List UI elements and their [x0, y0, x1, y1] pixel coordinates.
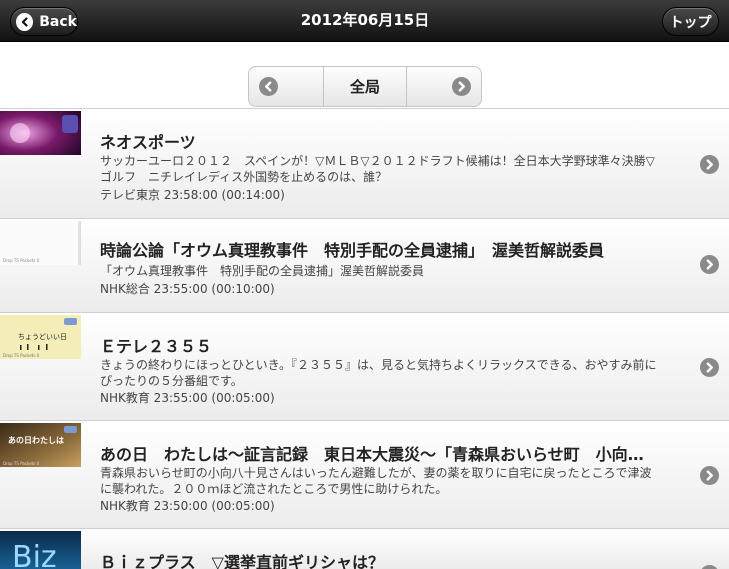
list-item[interactable]: ちょうどいい日 Drop TS Packets 0 Ｅテレ２３５５ きょうの終わ…: [0, 312, 729, 420]
thumbnail-caption: Drop TS Packets 0: [3, 258, 40, 263]
back-button[interactable]: Back: [10, 7, 78, 36]
program-title: Ｅテレ２３５５: [100, 337, 213, 356]
program-thumbnail: あの日わたしは Drop TS Packets 0: [0, 423, 81, 467]
program-thumbnail: [0, 111, 81, 155]
chevron-right-icon: [700, 255, 719, 274]
page-title: 2012年06月15日: [300, 11, 430, 29]
thumbnail-art-text: Biz: [12, 540, 57, 569]
program-description: 「オウム真理教事件 特別手配の全員逮捕」渥美哲解説委員: [100, 264, 425, 278]
program-description: サッカーユーロ２０１２ スペインが！▽ＭＬＢ▽２０１２ドラフト候補は！全日本大学…: [100, 154, 655, 184]
program-thumbnail: Drop TS Packets 0: [0, 221, 81, 265]
chevron-right-icon: [700, 565, 719, 569]
chevron-right-icon: [700, 155, 719, 174]
chevron-left-icon: [259, 77, 278, 96]
next-channel-button[interactable]: [407, 67, 481, 106]
channel-selector: 全局: [248, 66, 482, 107]
program-title: あの日 わたしは～証言記録 東日本大震災～「青森県おいらせ町 小向八十見さん」: [100, 445, 650, 464]
back-button-label: Back: [39, 13, 77, 30]
program-title: ネオスポーツ: [100, 133, 196, 152]
program-description: きょうの終わりにほっとひといき。『２３５５』は、見ると気持ちよくリラックスできる…: [100, 358, 657, 388]
list-item[interactable]: あの日わたしは Drop TS Packets 0 あの日 わたしは～証言記録 …: [0, 420, 729, 528]
program-channel-time: NHK総合 23:55:00 (00:10:00): [100, 282, 275, 296]
chevron-right-icon: [452, 77, 471, 96]
list-item[interactable]: Drop TS Packets 0 時論公論「オウム真理教事件 特別手配の全員逮…: [0, 218, 729, 312]
chevron-right-icon: [700, 358, 719, 377]
program-title: Ｂｉｚプラス ▽選挙直前ギリシャは？: [100, 553, 384, 569]
app-header: Back 2012年06月15日 トップ: [0, 0, 729, 42]
program-title: 時論公論「オウム真理教事件 特別手配の全員逮捕」 渥美哲解説委員: [100, 241, 605, 260]
channel-label[interactable]: 全局: [324, 67, 407, 106]
thumbnail-art-text: あの日わたしは: [8, 435, 64, 445]
chevron-right-icon: [700, 466, 719, 485]
thumbnail-caption: Drop TS Packets 0: [3, 353, 40, 358]
program-channel-time: テレビ東京 23:58:00 (00:14:00): [100, 188, 285, 202]
top-button[interactable]: トップ: [662, 7, 719, 36]
prev-channel-button[interactable]: [249, 67, 324, 106]
list-item[interactable]: Biz Ｂｉｚプラス ▽選挙直前ギリシャは？: [0, 528, 729, 569]
thumbnail-art-text: ちょうどいい日: [18, 333, 67, 341]
program-channel-time: NHK教育 23:50:00 (00:05:00): [100, 499, 275, 513]
thumbnail-caption: Drop TS Packets 0: [3, 461, 40, 466]
list-item[interactable]: ネオスポーツ サッカーユーロ２０１２ スペインが！▽ＭＬＢ▽２０１２ドラフト候補…: [0, 108, 729, 218]
program-channel-time: NHK教育 23:55:00 (00:05:00): [100, 391, 275, 405]
program-thumbnail: ちょうどいい日 Drop TS Packets 0: [0, 315, 81, 359]
chevron-left-icon: [16, 12, 34, 31]
program-description: 青森県おいらせ町の小向八十見さんはいったん避難したが、妻の薬を取りに自宅に戻った…: [100, 466, 652, 496]
program-thumbnail: Biz: [0, 531, 81, 569]
